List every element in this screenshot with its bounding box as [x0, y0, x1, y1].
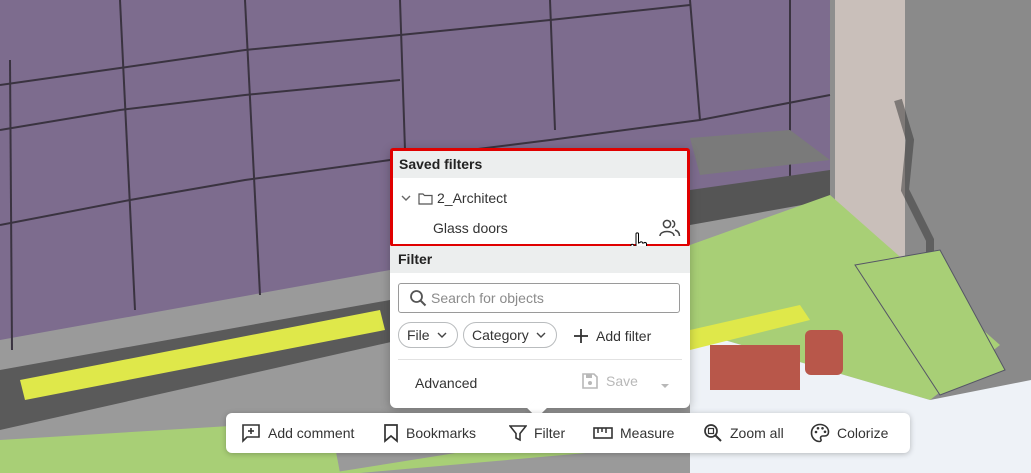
- divider: [398, 359, 682, 360]
- filter-icon: [509, 425, 527, 442]
- palette-icon: [810, 423, 830, 443]
- filter-title: Filter: [398, 251, 433, 267]
- measure-label: Measure: [620, 425, 675, 441]
- save-icon: [582, 373, 598, 389]
- search-icon: [409, 289, 427, 307]
- bookmarks-label: Bookmarks: [406, 425, 477, 441]
- file-dropdown-label: File: [407, 327, 430, 343]
- plus-icon: [574, 329, 588, 343]
- add-comment-button[interactable]: Add comment: [241, 413, 354, 453]
- folder-row[interactable]: 2_Architect: [393, 183, 687, 213]
- saved-filter-label[interactable]: Glass doors: [433, 220, 659, 236]
- save-label: Save: [606, 373, 638, 389]
- colorize-label: Colorize: [837, 425, 889, 441]
- caret-down-icon[interactable]: [660, 377, 670, 395]
- search-input[interactable]: [427, 290, 679, 306]
- bookmarks-button[interactable]: Bookmarks: [383, 413, 476, 453]
- save-button[interactable]: Save: [582, 373, 638, 389]
- bookmark-icon: [384, 424, 398, 443]
- zoom-all-button[interactable]: Zoom all: [703, 413, 784, 453]
- add-filter-button[interactable]: Add filter: [574, 324, 651, 348]
- add-comment-label: Add comment: [268, 425, 355, 441]
- chevron-down-icon: [536, 331, 546, 339]
- saved-filters-header: Saved filters: [393, 151, 687, 178]
- folder-name: 2_Architect: [437, 190, 508, 206]
- filter-label: Filter: [534, 425, 566, 441]
- saved-filters-title: Saved filters: [399, 156, 483, 172]
- bottom-toolbar: Add comment Bookmarks Filter Measure Zoo…: [226, 413, 910, 453]
- category-dropdown[interactable]: Category: [463, 322, 557, 348]
- search-field[interactable]: [398, 283, 680, 313]
- add-filter-label: Add filter: [596, 328, 652, 344]
- measure-button[interactable]: Measure: [593, 413, 674, 453]
- filter-button[interactable]: Filter: [509, 413, 565, 453]
- shared-users-icon[interactable]: [659, 219, 681, 237]
- chevron-down-icon: [437, 331, 447, 339]
- category-dropdown-label: Category: [472, 327, 529, 343]
- zoom-icon: [704, 424, 722, 442]
- colorize-button[interactable]: Colorize: [810, 413, 888, 453]
- add-comment-icon: [242, 424, 260, 443]
- ruler-icon: [593, 427, 613, 439]
- filter-popup: Saved filters 2_Architect Glass doors Fi…: [390, 148, 690, 418]
- advanced-button[interactable]: Advanced: [415, 375, 477, 391]
- folder-icon: [417, 192, 433, 205]
- zoom-all-label: Zoom all: [730, 425, 784, 441]
- filter-header: Filter: [390, 246, 690, 273]
- chevron-down-icon[interactable]: [399, 193, 413, 203]
- file-dropdown[interactable]: File: [398, 322, 458, 348]
